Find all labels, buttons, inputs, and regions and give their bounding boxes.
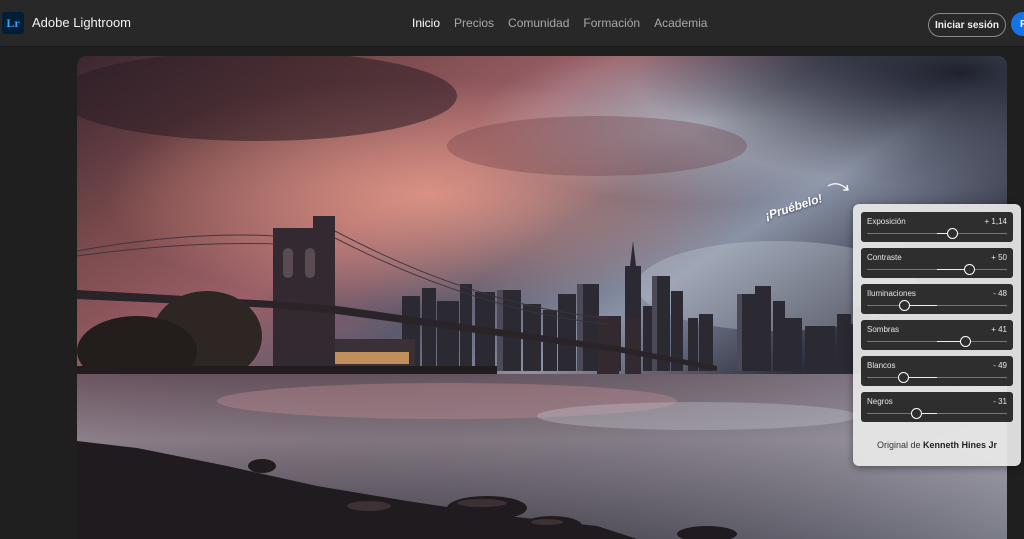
slider-label: Sombras [867,325,900,334]
slider-thumb[interactable] [910,408,922,419]
nav-item-comunidad[interactable]: Comunidad [508,16,569,30]
slider-blacks: Negros - 31 [861,392,1013,422]
photo-credit: Original de Kenneth Hines Jr [853,440,1021,450]
slider-exposure: Exposición + 1,14 [861,212,1013,242]
signin-button[interactable]: Iniciar sesión [928,13,1006,37]
slider-highlights: Iluminaciones - 48 [861,284,1013,314]
slider-track[interactable] [867,377,1007,378]
slider-value: - 49 [993,361,1007,370]
adjustments-panel: Exposición + 1,14 Contraste + 50 Ilumina… [853,204,1021,466]
slider-value: - 48 [993,289,1007,298]
slider-thumb[interactable] [946,228,958,239]
slider-shadows: Sombras + 41 [861,320,1013,350]
slider-label: Blancos [867,361,896,370]
slider-thumb[interactable] [963,264,975,275]
credit-author-link[interactable]: Kenneth Hines Jr [923,440,997,450]
slider-label: Exposición [867,217,906,226]
slider-label: Iluminaciones [867,289,916,298]
nav-item-inicio[interactable]: Inicio [412,16,440,30]
nav-item-precios[interactable]: Precios [454,16,494,30]
slider-label: Contraste [867,253,902,262]
nav-item-formacion[interactable]: Formación [583,16,640,30]
curved-arrow-icon [827,183,849,191]
nav-item-academia[interactable]: Academia [654,16,707,30]
slider-track[interactable] [867,305,1007,306]
slider-value: + 1,14 [984,217,1007,226]
slider-value: + 41 [991,325,1007,334]
slider-thumb[interactable] [899,300,911,311]
main-nav: Inicio Precios Comunidad Formación Acade… [412,16,707,30]
slider-value: + 50 [991,253,1007,262]
slider-label: Negros [867,397,893,406]
slider-whites: Blancos - 49 [861,356,1013,386]
slider-thumb[interactable] [897,372,909,383]
lightroom-logo-icon[interactable]: Lr [2,12,24,34]
primary-cta-button[interactable]: P [1011,12,1024,36]
slider-thumb[interactable] [959,336,971,347]
credit-prefix: Original de [876,440,923,450]
top-nav-bar: Lr Adobe Lightroom Inicio Precios Comuni… [0,0,1024,47]
app-name[interactable]: Adobe Lightroom [32,15,131,30]
slider-track[interactable] [867,413,1007,414]
slider-contrast: Contraste + 50 [861,248,1013,278]
slider-value: - 31 [993,397,1007,406]
